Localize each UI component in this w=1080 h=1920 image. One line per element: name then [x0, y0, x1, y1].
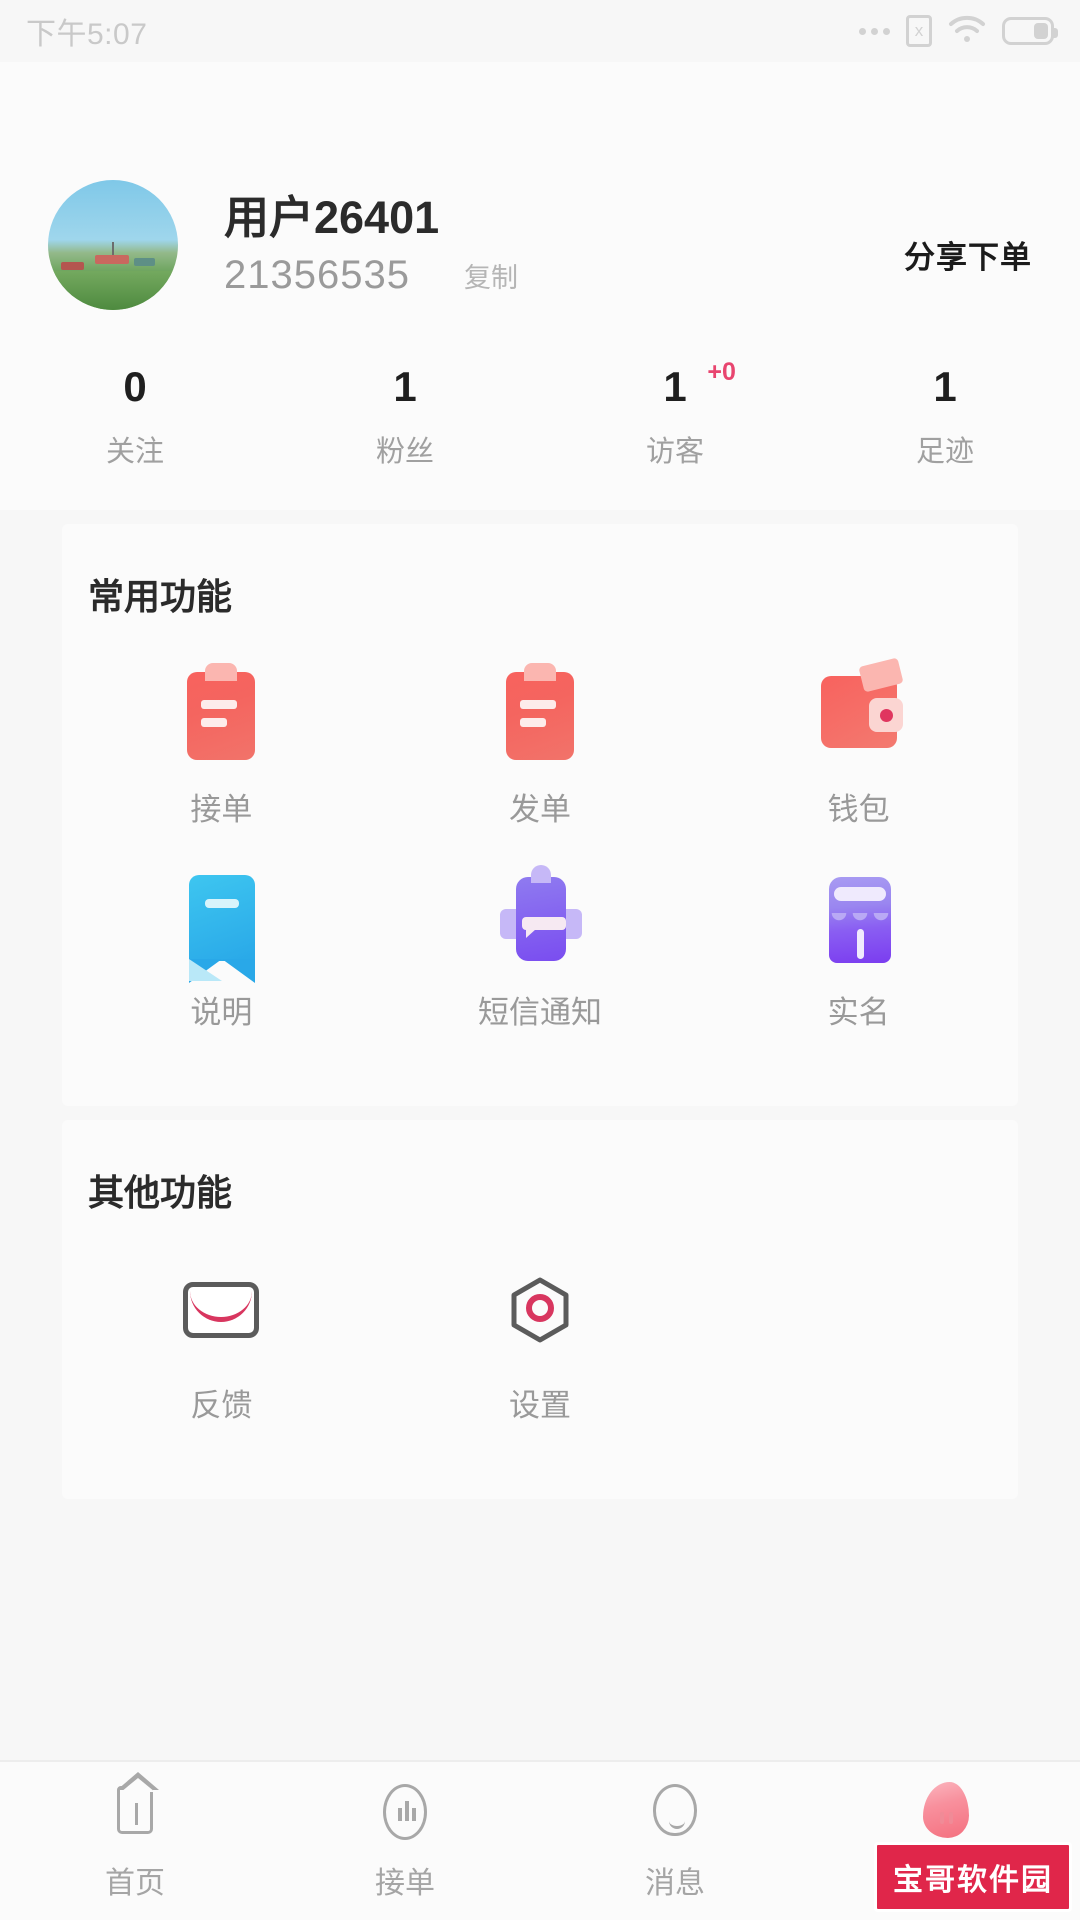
wallet-icon	[811, 666, 907, 762]
tab-label: 首页	[105, 1867, 165, 1900]
grid-item-real-name[interactable]: 实名	[699, 869, 1018, 1032]
settings-hexagon-icon	[492, 1262, 588, 1358]
other-functions-grid: 反馈 设置	[62, 1262, 1018, 1465]
grid-item-label: 钱包	[827, 792, 890, 827]
stat-value: 1	[933, 363, 957, 410]
stat-label: 关注	[105, 436, 164, 468]
real-name-icon	[811, 869, 907, 965]
section-title-common: 常用功能	[88, 576, 233, 617]
profile-row: 用户26401 21356535 复制 分享下单	[0, 180, 1080, 310]
tab-home[interactable]: 首页	[0, 1772, 270, 1902]
status-icons-group: x	[859, 14, 1058, 49]
grid-item-label: 短信通知	[477, 995, 602, 1030]
profile-header: 用户26401 21356535 复制 分享下单 0 关注 1 粉丝 1 +0 …	[0, 62, 1080, 510]
instructions-icon	[173, 869, 269, 983]
stat-label: 足迹	[915, 436, 974, 468]
feedback-envelope-icon	[173, 1262, 269, 1358]
stat-value: 1	[663, 363, 687, 410]
grid-item-wallet[interactable]: 钱包	[699, 666, 1018, 829]
username: 用户26401	[224, 191, 440, 243]
grid-item-settings[interactable]: 设置	[381, 1262, 700, 1425]
common-functions-grid: 接单 发单 钱包 说明 短信通知 实名	[62, 663, 1018, 1072]
tab-label: 接单	[375, 1867, 435, 1900]
stat-value: 0	[123, 363, 147, 410]
status-bar: 下午5:07 x	[0, 0, 1080, 62]
watermark: 宝哥软件园	[874, 1842, 1072, 1912]
stat-footprints[interactable]: 1 足迹	[810, 366, 1080, 470]
grid-item-receive-order[interactable]: 接单	[62, 663, 381, 829]
share-order-button[interactable]: 分享下单	[904, 232, 1032, 277]
tab-messages[interactable]: 消息	[540, 1780, 810, 1902]
grid-item-post-order[interactable]: 发单	[381, 663, 700, 829]
stat-value: 1	[393, 363, 417, 410]
status-time: 下午5:07	[26, 18, 148, 51]
sim-card-icon: x	[906, 15, 932, 47]
sms-notification-icon	[492, 865, 588, 965]
profile-icon	[913, 1780, 977, 1844]
message-icon	[643, 1780, 707, 1844]
common-functions-card: 常用功能 接单 发单 钱包 说明 短信通知 实名	[62, 524, 1018, 1106]
stat-label: 粉丝	[375, 436, 434, 468]
stats-row: 0 关注 1 粉丝 1 +0 访客 1 足迹	[0, 310, 1080, 510]
receive-order-icon	[173, 663, 269, 762]
home-icon	[103, 1772, 167, 1844]
stat-label: 访客	[645, 436, 704, 468]
battery-icon	[1002, 17, 1058, 45]
grid-item-label: 反馈	[190, 1388, 253, 1423]
grid-item-sms-notification[interactable]: 短信通知	[381, 865, 700, 1032]
more-dots-icon	[859, 27, 890, 35]
stat-fans[interactable]: 1 粉丝	[270, 366, 540, 470]
grid-item-label: 接单	[190, 792, 253, 827]
order-icon	[373, 1780, 437, 1844]
grid-item-instructions[interactable]: 说明	[62, 869, 381, 1032]
section-title-other: 其他功能	[88, 1172, 233, 1213]
tab-orders[interactable]: 接单	[270, 1780, 540, 1902]
wifi-icon	[948, 14, 986, 49]
user-id: 21356535	[224, 253, 410, 298]
grid-item-feedback[interactable]: 反馈	[62, 1262, 381, 1425]
grid-item-label: 实名	[827, 995, 890, 1030]
name-block: 用户26401 21356535 复制	[224, 192, 518, 299]
grid-item-label: 说明	[190, 995, 253, 1030]
avatar[interactable]	[48, 180, 178, 310]
grid-item-label: 设置	[508, 1388, 571, 1423]
tab-label: 消息	[645, 1867, 705, 1900]
visitors-increment-badge: +0	[707, 358, 736, 386]
post-order-icon	[492, 663, 588, 762]
other-functions-card: 其他功能 反馈 设置	[62, 1120, 1018, 1499]
copy-button[interactable]: 复制	[464, 256, 518, 295]
stat-following[interactable]: 0 关注	[0, 366, 270, 470]
grid-item-label: 发单	[508, 792, 571, 827]
stat-visitors[interactable]: 1 +0 访客	[540, 358, 810, 470]
uid-row: 21356535 复制	[224, 253, 518, 298]
